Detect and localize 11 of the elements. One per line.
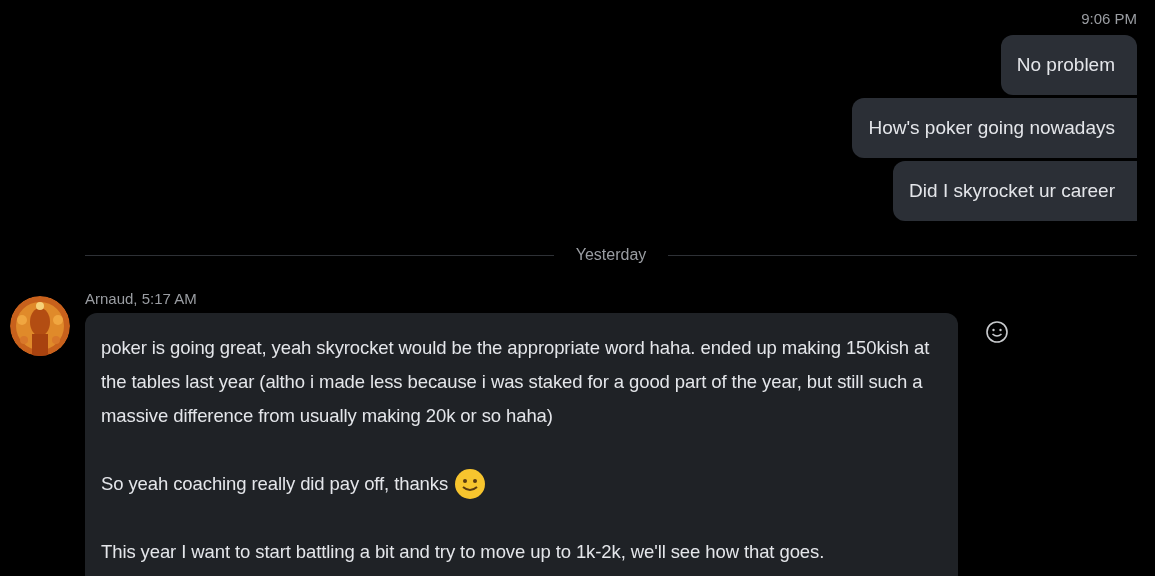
sent-message: How's poker going nowadays [852, 98, 1137, 158]
smiley-icon[interactable] [985, 320, 1009, 344]
sent-message: Did I skyrocket ur career [893, 161, 1137, 221]
message-time: 9:06 PM [1081, 10, 1137, 27]
sender-name-time: Arnaud, 5:17 AM [85, 290, 198, 307]
sent-message: No problem [1000, 35, 1137, 95]
message-text: This year I want to start battling a bit and try to move up to 1k-2k, we'll see how that goes. [101, 540, 825, 564]
message-text: So yeah coaching really did pay off, thanks [101, 472, 449, 496]
smiley-emoji-icon [454, 468, 487, 500]
message-text: poker is going great, yeah skyrocket would be the appropriate word haha. ended up making 150kish at the tables last year (altho i made less because i was staked for a good part of the year, but still such a massive difference from usually making 20k or so haha) [101, 336, 931, 428]
date-divider-label: Yesterday [575, 246, 647, 264]
